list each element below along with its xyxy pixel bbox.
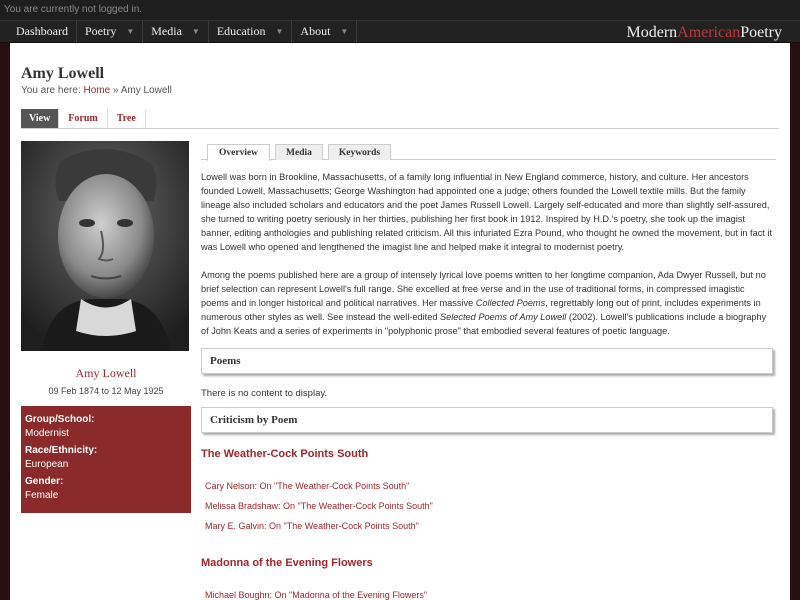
info-value-group[interactable]: Modernist (25, 428, 187, 439)
info-label-ethnicity: Race/Ethnicity: (25, 445, 98, 456)
nav-poetry-label: Poetry (84, 24, 117, 38)
poem-title-madonna[interactable]: Madonna of the Evening Flowers (201, 557, 776, 569)
tab-overview[interactable]: Overview (207, 144, 271, 161)
logo-part-american: American (677, 23, 741, 41)
poems-empty-message: There is no content to display. (201, 388, 328, 399)
breadcrumb-current: Amy Lowell (120, 85, 172, 96)
breadcrumb: You are here: Home » Amy Lowell (21, 85, 172, 96)
tab-tree[interactable]: Tree (108, 109, 146, 128)
info-value-ethnicity[interactable]: European (25, 459, 187, 470)
breadcrumb-separator: » (112, 85, 119, 96)
nav-media[interactable]: Media ▼ (143, 20, 209, 43)
poet-name: Amy Lowell (75, 366, 137, 380)
poet-info-box: Group/School: Modernist Race/Ethnicity: … (21, 406, 191, 513)
tab-view[interactable]: View (21, 109, 60, 128)
page-title: Amy Lowell (21, 65, 105, 82)
selected-poems-title: Selected Poems of Amy Lowell (440, 312, 567, 322)
nav-education[interactable]: Education ▼ (209, 20, 293, 43)
breadcrumb-prefix: You are here: (21, 85, 81, 96)
nav-about[interactable]: About ▼ (292, 20, 358, 43)
info-label-gender: Gender: (25, 476, 64, 487)
tab-forum[interactable]: Forum (59, 109, 108, 128)
login-status: You are currently not logged in. (0, 0, 800, 20)
caret-down-icon: ▼ (126, 27, 135, 36)
page-tabs: View Forum Tree (21, 109, 779, 129)
poet-portrait (21, 141, 189, 351)
info-value-gender[interactable]: Female (25, 490, 187, 501)
portrait-image (21, 141, 189, 351)
collected-poems-title: Collected Poems (475, 298, 546, 308)
main-content: Overview Media Keywords Lowell was born … (201, 144, 776, 600)
nav-dashboard[interactable]: Dashboard (0, 20, 77, 43)
criticism-heading: Criticism by Poem (201, 407, 773, 433)
breadcrumb-home-link[interactable]: Home (83, 85, 110, 96)
logo-part-poetry: Poetry (740, 23, 782, 41)
site-logo[interactable]: Modern American Poetry (626, 21, 782, 44)
logo-part-modern: Modern (626, 23, 678, 41)
tab-media[interactable]: Media (275, 144, 323, 160)
caret-down-icon: ▼ (340, 27, 349, 36)
criticism-link[interactable]: Mary E. Galvin: On "The Weather-Cock Poi… (201, 521, 776, 531)
content-tabs: Overview Media Keywords (201, 144, 776, 161)
nav-poetry[interactable]: Poetry ▼ (77, 20, 144, 43)
nav-media-label: Media (151, 24, 182, 38)
criticism-link[interactable]: Michael Boughn: On "Madonna of the Eveni… (201, 590, 776, 600)
page-container: Amy Lowell You are here: Home » Amy Lowe… (10, 43, 790, 600)
nav-dashboard-label: Dashboard (16, 24, 68, 38)
nav-about-label: About (300, 24, 331, 38)
main-navigation: Dashboard Poetry ▼ Media ▼ Education ▼ Abou… (0, 20, 800, 43)
caret-down-icon: ▼ (191, 27, 200, 36)
criticism-link[interactable]: Cary Nelson: On "The Weather-Cock Points… (201, 481, 776, 491)
poem-title-weather-cock[interactable]: The Weather-Cock Points South (201, 448, 776, 460)
poet-sidebar: Amy Lowell 09 Feb 1874 to 12 May 1925 Gr… (21, 141, 191, 513)
tab-keywords[interactable]: Keywords (327, 144, 392, 160)
nav-education-label: Education (216, 24, 266, 38)
overview-paragraph-1: Lowell was born in Brookline, Massachuse… (201, 172, 772, 252)
info-label-group: Group/School: (25, 414, 95, 425)
poet-dates: 09 Feb 1874 to 12 May 1925 (48, 386, 164, 396)
criticism-link[interactable]: Melissa Bradshaw: On "The Weather-Cock P… (201, 501, 776, 511)
poems-heading: Poems (201, 348, 773, 374)
overview-paragraph-2: Among the poems published here are a gro… (201, 268, 776, 338)
caret-down-icon: ▼ (275, 27, 284, 36)
